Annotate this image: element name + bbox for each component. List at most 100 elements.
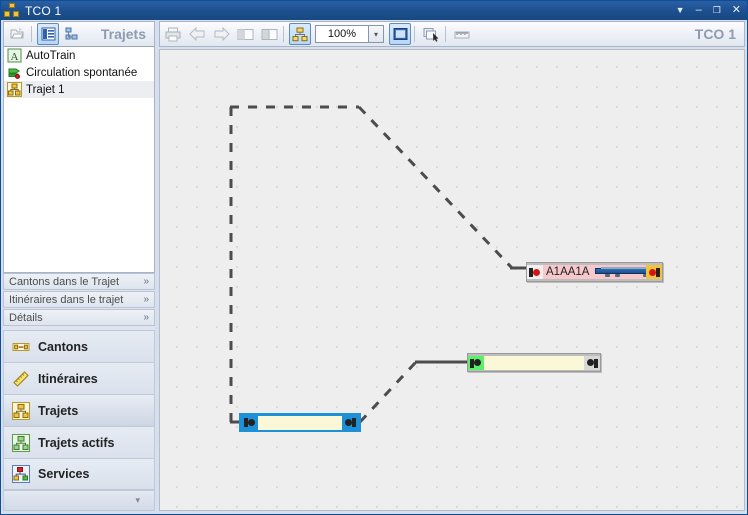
chevron-down-icon: ▾ (135, 495, 140, 505)
back-button[interactable] (186, 23, 208, 45)
window-body: Trajets A AutoTrain Circulation spontané… (3, 21, 747, 513)
sidebar-item-label: Trajets (38, 403, 79, 418)
signal-green-left[interactable] (468, 355, 484, 370)
tree-item-trajet-1[interactable]: Trajet 1 (4, 81, 154, 98)
right-panel: 100% ▾ TCO 1 A1AA1A (159, 21, 745, 511)
zoom-dropdown-button[interactable]: ▾ (369, 25, 384, 43)
toolbar-separator (414, 26, 415, 42)
signal-blue-right[interactable] (342, 415, 358, 430)
application-window: TCO 1 ▼ – ❐ ✕ Trajets A AutoTrain Circul… (0, 0, 748, 515)
list-details-icon (41, 27, 55, 41)
split-right-button[interactable] (258, 23, 280, 45)
trajet-icon (4, 2, 20, 19)
sidebar-item-services[interactable]: Services (3, 458, 155, 490)
left-panel-title: Trajets (100, 26, 146, 42)
canvas-title: TCO 1 (694, 26, 736, 42)
sidebar-item-itineraires[interactable]: Itinéraires (3, 362, 155, 394)
sidebar-item-trajets[interactable]: Trajets (3, 394, 155, 426)
sidebar-item-trajets-actifs[interactable]: Trajets actifs (3, 426, 155, 458)
arrow-left-icon (188, 27, 204, 41)
minimize-icon[interactable]: – (696, 5, 702, 16)
block-label: A1AA1A (546, 266, 590, 278)
fullscreen-button[interactable] (389, 23, 411, 45)
sidebar-item-label: Cantons (38, 339, 88, 354)
section-cantons-dans-le-trajet[interactable]: Cantons dans le Trajet » (3, 273, 155, 290)
left-panel: Trajets A AutoTrain Circulation spontané… (3, 21, 155, 511)
trajets-tree[interactable]: A AutoTrain Circulation spontanée Trajet… (3, 47, 155, 273)
tco-canvas[interactable]: A1AA1A (159, 49, 745, 511)
collapsible-sections: Cantons dans le Trajet » Itinéraires dan… (3, 273, 155, 327)
section-itineraires-dans-le-trajet[interactable]: Itinéraires dans le trajet » (3, 291, 155, 308)
section-label: Itinéraires dans le trajet (9, 293, 124, 306)
canvas-toolbar: 100% ▾ TCO 1 (159, 21, 745, 47)
trajet-icon (12, 401, 30, 420)
measure-icon (454, 31, 470, 38)
split-left-button[interactable] (234, 23, 256, 45)
panel-left-icon (237, 28, 253, 40)
toolbar-separator (31, 26, 32, 42)
arrow-right-icon (214, 27, 230, 41)
signal-blue-left[interactable] (242, 415, 258, 430)
tree-item-autotrain[interactable]: A AutoTrain (4, 47, 154, 64)
signal-amber-right[interactable] (646, 265, 662, 279)
sidebar-item-label: Services (38, 467, 90, 481)
sidebar-item-label: Trajets actifs (38, 435, 115, 450)
close-icon[interactable]: ✕ (732, 5, 741, 16)
tree-item-circulation-spontanee[interactable]: Circulation spontanée (4, 64, 154, 81)
open-folder-button[interactable] (6, 23, 28, 45)
canton-block-middle[interactable] (467, 353, 601, 372)
tree-view-button[interactable] (289, 23, 311, 45)
list-details-button[interactable] (37, 23, 59, 45)
locomotive-icon (595, 267, 646, 277)
chevron-down-icon[interactable]: » (143, 312, 149, 323)
section-label: Cantons dans le Trajet (9, 275, 120, 288)
signal-grey-right[interactable] (584, 355, 600, 370)
sidebar-overflow-button[interactable]: ▾ (3, 490, 155, 511)
svg-text:A: A (11, 51, 19, 63)
title-bar: TCO 1 ▼ – ❐ ✕ (1, 1, 747, 20)
panel-right-icon (261, 28, 277, 40)
tree-item-label: Circulation spontanée (26, 66, 138, 79)
ruler-button[interactable] (451, 23, 473, 45)
canton-icon (12, 338, 30, 356)
tree-view-icon (292, 27, 308, 41)
left-toolbar: Trajets (3, 21, 155, 47)
canton-block-selected[interactable] (239, 413, 361, 432)
printer-icon (165, 27, 181, 41)
zoom-input[interactable]: 100% (315, 25, 369, 43)
sidebar-nav: Cantons Itinéraires Trajets Trajets acti… (3, 330, 155, 490)
open-folder-icon (10, 28, 24, 39)
services-icon (12, 465, 30, 483)
maximize-icon[interactable]: ❐ (713, 5, 721, 16)
window-title: TCO 1 (25, 3, 62, 18)
menu-caret-icon[interactable]: ▼ (676, 5, 685, 16)
trajet-green-icon (12, 433, 30, 452)
window-controls: ▼ – ❐ ✕ (676, 5, 741, 16)
toolbar-separator (283, 26, 284, 42)
block-label-area (484, 355, 584, 370)
select-tool-button[interactable] (420, 23, 442, 45)
chevron-down-icon: ▾ (373, 29, 378, 39)
tree-view-icon (65, 27, 77, 40)
block-label-area: A1AA1A (543, 265, 646, 279)
print-button[interactable] (162, 23, 184, 45)
trajet-icon (7, 82, 22, 97)
zoom-value: 100% (327, 28, 357, 40)
ruler-icon (12, 370, 30, 388)
tree-item-label: Trajet 1 (26, 83, 65, 96)
diagonal-upper-track (357, 105, 514, 270)
sidebar-item-label: Itinéraires (38, 371, 98, 386)
signal-red-left[interactable] (527, 265, 543, 279)
section-details[interactable]: Détails » (3, 309, 155, 326)
tree-item-label: AutoTrain (26, 49, 76, 62)
forward-button[interactable] (210, 23, 232, 45)
chevron-down-icon[interactable]: » (143, 276, 149, 287)
sidebar-item-cantons[interactable]: Cantons (3, 330, 155, 362)
block-label-area (258, 415, 342, 430)
screen-icon (393, 28, 407, 40)
toolbar-separator (445, 26, 446, 42)
chevron-down-icon[interactable]: » (143, 294, 149, 305)
tree-view-button[interactable] (61, 23, 83, 45)
train-block-a1aa1a[interactable]: A1AA1A (526, 262, 663, 282)
lower-diagonal-track (358, 360, 418, 424)
